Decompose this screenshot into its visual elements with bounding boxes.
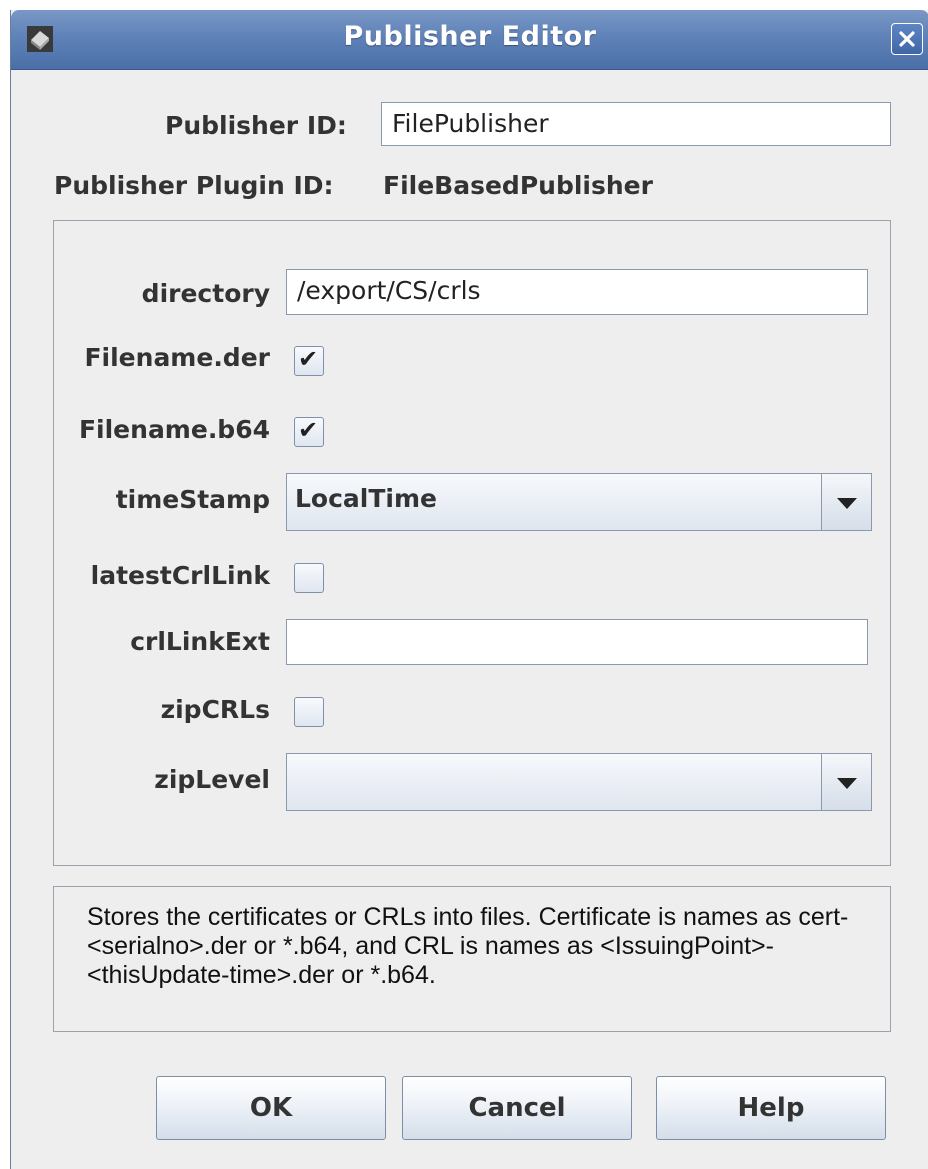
close-button[interactable] <box>891 23 923 55</box>
plugin-id-value: FileBasedPublisher <box>383 171 653 200</box>
zip-level-label: zipLevel <box>154 765 270 794</box>
filename-b64-label: Filename.b64 <box>78 415 270 444</box>
latest-crl-link-label: latestCrlLink <box>90 561 270 590</box>
timestamp-selected-value: LocalTime <box>295 484 437 513</box>
crl-link-ext-input[interactable] <box>286 619 868 665</box>
description-text: Stores the certificates or CRLs into fil… <box>87 903 849 989</box>
plugin-id-label: Publisher Plugin ID: <box>54 171 334 200</box>
chevron-down-icon <box>837 778 857 789</box>
directory-input[interactable]: /export/CS/crls <box>286 269 868 315</box>
directory-label: directory <box>141 279 270 308</box>
title-bar[interactable]: Publisher Editor <box>11 10 928 70</box>
timestamp-select[interactable]: LocalTime <box>286 473 872 531</box>
publisher-id-input[interactable]: FilePublisher <box>381 102 891 146</box>
timestamp-label: timeStamp <box>115 485 270 514</box>
parameters-panel: directory /export/CS/crls Filename.der ✔… <box>53 220 891 866</box>
filename-b64-checkbox[interactable]: ✔ <box>294 416 324 447</box>
timestamp-dropdown-button[interactable] <box>821 474 871 530</box>
crl-link-ext-label: crlLinkExt <box>130 627 270 656</box>
publisher-id-label: Publisher ID: <box>165 111 347 140</box>
publisher-editor-window: Publisher Editor Publisher ID: FilePubli… <box>10 10 928 1169</box>
filename-der-label: Filename.der <box>84 343 270 372</box>
checkmark-icon: ✔ <box>298 345 319 373</box>
latest-crl-link-checkbox[interactable] <box>294 563 324 593</box>
chevron-down-icon <box>837 498 857 509</box>
filename-der-checkbox[interactable]: ✔ <box>294 345 324 376</box>
close-icon <box>899 31 915 47</box>
cancel-button[interactable]: Cancel <box>402 1076 632 1140</box>
ok-button[interactable]: OK <box>156 1076 386 1140</box>
checkmark-icon: ✔ <box>298 416 319 444</box>
zip-crls-checkbox[interactable] <box>294 697 324 727</box>
description-panel: Stores the certificates or CRLs into fil… <box>53 886 891 1032</box>
zip-level-dropdown-button[interactable] <box>821 754 871 810</box>
zip-level-select[interactable] <box>286 753 872 811</box>
help-button[interactable]: Help <box>656 1076 886 1140</box>
zip-crls-label: zipCRLs <box>160 695 270 724</box>
window-title: Publisher Editor <box>343 21 597 52</box>
